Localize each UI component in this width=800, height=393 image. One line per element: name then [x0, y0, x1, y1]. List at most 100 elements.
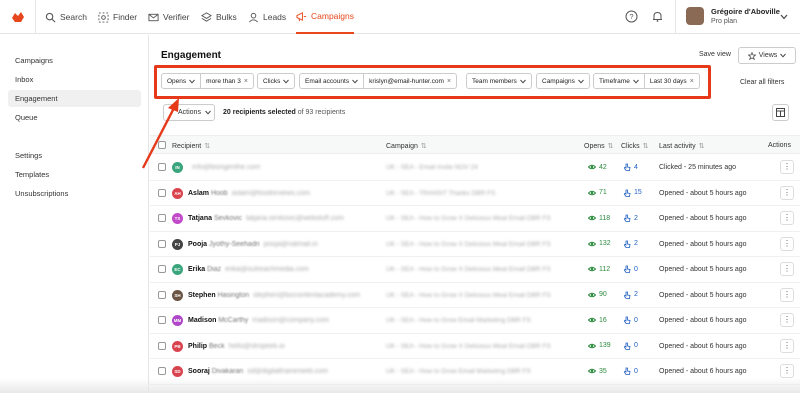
col-opens[interactable]: Opens ⇅: [584, 142, 614, 151]
close-icon[interactable]: ×: [690, 78, 694, 85]
filter-chip-email-accounts[interactable]: Email accounts krislyn@email-hunter.com …: [299, 73, 458, 89]
nav-verifier[interactable]: Verifier: [148, 0, 189, 34]
user-avatar[interactable]: [686, 7, 704, 25]
nav-leads[interactable]: Leads: [248, 0, 286, 34]
chevron-down-icon: [189, 79, 196, 84]
campaign-cell[interactable]: UK - SEA - How to Grow Email Marketing D…: [386, 368, 531, 375]
more-actions-icon[interactable]: ⋮: [780, 211, 794, 225]
columns-toggle-button[interactable]: [772, 104, 789, 121]
last-activity-cell: Opened - about 6 hours ago: [659, 342, 747, 350]
row-checkbox[interactable]: [158, 163, 166, 171]
recipient-cell[interactable]: Pooja Jyothy-Seehadri pooja@natmail.in: [188, 241, 318, 248]
col-last-activity[interactable]: Last activity ⇅: [659, 142, 704, 151]
row-checkbox[interactable]: [158, 290, 166, 299]
table-row[interactable]: AH Aslam Hoob aslam@foodreviews.com UK - SE…: [150, 181, 800, 206]
col-clicks[interactable]: Clicks ⇅: [621, 142, 649, 151]
recipient-cell[interactable]: Philip Beck hello@stropeek.io: [188, 343, 285, 350]
col-campaign-label: Campaign: [386, 142, 418, 150]
row-checkbox[interactable]: [158, 239, 166, 248]
table-row[interactable]: IN info@biongenthe.com UK - SEA - Email I…: [150, 155, 800, 181]
row-checkbox[interactable]: [158, 265, 166, 273]
table-row[interactable]: PJ Pooja Jyothy-Seehadri pooja@natmail.in U…: [150, 232, 800, 257]
save-view-button[interactable]: Save view: [699, 51, 731, 58]
opens-count: 90: [599, 291, 607, 298]
last-activity-cell: Opened - about 6 hours ago: [659, 368, 747, 375]
campaign-cell[interactable]: UK - SEA - How to Grow X Delicious Meal …: [386, 343, 551, 350]
row-checkbox[interactable]: [158, 214, 166, 222]
eye-icon: [588, 190, 596, 195]
row-checkbox[interactable]: [158, 188, 166, 197]
close-icon[interactable]: ×: [244, 78, 248, 85]
nav-search[interactable]: Search: [45, 0, 87, 34]
table-row[interactable]: PB Philip Beck hello@stropeek.io UK - SEA -…: [150, 334, 800, 359]
filter-chip-timeframe[interactable]: Timeframe Last 30 days ×: [593, 73, 700, 89]
envelope-check-icon: [148, 13, 159, 21]
recipient-cell[interactable]: Tatjana Sevkovic tatjana.sevkovic@webstuf…: [188, 215, 344, 222]
more-actions-icon[interactable]: ⋮: [780, 287, 794, 302]
table-row[interactable]: MM Madison McCarthy madison@company.com UK …: [150, 308, 800, 334]
avatar: PJ: [172, 238, 183, 250]
more-actions-icon[interactable]: ⋮: [780, 160, 794, 174]
close-icon[interactable]: ×: [447, 78, 451, 85]
filter-chip-clicks[interactable]: Clicks: [257, 73, 296, 89]
sidebar-item-campaigns[interactable]: Campaigns: [8, 52, 141, 69]
more-actions-icon[interactable]: ⋮: [780, 185, 794, 200]
select-all-checkbox[interactable]: [158, 141, 166, 149]
views-dropdown[interactable]: Views: [738, 47, 796, 64]
table-row[interactable]: EC Erika Diaz erika@outreachmedia.com UK - …: [150, 257, 800, 283]
row-checkbox[interactable]: [158, 367, 166, 375]
more-actions-icon[interactable]: ⋮: [780, 262, 794, 276]
more-actions-icon[interactable]: ⋮: [780, 236, 794, 251]
sidebar-item-inbox[interactable]: Inbox: [8, 71, 141, 88]
col-campaign[interactable]: Campaign ⇅: [386, 142, 427, 151]
more-actions-icon[interactable]: ⋮: [780, 364, 794, 378]
layers-icon: [201, 11, 212, 22]
clicks-count: 0: [634, 316, 638, 324]
clicks-cell: 2: [623, 214, 638, 222]
table-row[interactable]: TS Tatjana Sevkovic tatjana.sevkovic@webst…: [150, 206, 800, 232]
sidebar-item-unsubscriptions[interactable]: Unsubscriptions: [8, 185, 141, 202]
campaign-cell[interactable]: UK - SEA - How to Grow X Delicious Meal …: [386, 241, 551, 248]
recipient-cell[interactable]: Erika Diaz erika@outreachmedia.com: [188, 266, 309, 273]
nav-finder[interactable]: Finder: [98, 0, 137, 34]
recipient-last-name: Diaz: [207, 266, 222, 273]
actions-dropdown[interactable]: Actions: [163, 104, 215, 121]
more-actions-icon[interactable]: ⋮: [780, 338, 794, 353]
filter-chip-opens[interactable]: Opens more than 3 ×: [161, 73, 254, 89]
more-actions-icon[interactable]: ⋮: [780, 313, 794, 327]
clear-all-filters-button[interactable]: Clear all filters: [740, 79, 784, 86]
user-name: Grégoire d'Aboville: [711, 7, 780, 16]
recipient-cell[interactable]: Aslam Hoob aslam@foodreviews.com: [188, 190, 310, 197]
campaign-cell[interactable]: UK - SEA - How to Grow Email Marketing D…: [386, 317, 531, 324]
campaign-cell[interactable]: UK - SEA - TRANSIT Thanks DBR FS: [386, 190, 495, 197]
row-checkbox[interactable]: [158, 341, 166, 350]
campaign-cell[interactable]: UK - SEA - How to Grow X Delicious Meal …: [386, 266, 551, 273]
recipient-cell[interactable]: Sooraj Divakaran sd@digitaltrainerweb.com: [188, 368, 328, 375]
chevron-down-icon[interactable]: [780, 14, 788, 20]
campaign-cell[interactable]: UK - SEA - Email Invite NOV 24: [386, 164, 478, 171]
sidebar-item-settings[interactable]: Settings: [8, 147, 141, 164]
filter-chip-campaigns[interactable]: Campaigns: [536, 73, 590, 89]
hunter-logo-icon[interactable]: [10, 9, 26, 25]
sidebar-item-queue[interactable]: Queue: [8, 109, 141, 126]
nav-campaigns[interactable]: Campaigns: [296, 0, 354, 34]
sidebar-item-engagement[interactable]: Engagement: [8, 90, 141, 107]
row-checkbox[interactable]: [158, 316, 166, 324]
user-icon: [249, 12, 258, 22]
sidebar-item-templates[interactable]: Templates: [8, 166, 141, 183]
question-circle-icon[interactable]: ?: [625, 10, 638, 23]
top-navigation-bar: Search Finder Verifier Bulks Leads Campa…: [0, 0, 800, 34]
recipient-cell[interactable]: Stephen Hasington stephen@bizcontentacade…: [188, 292, 360, 299]
bell-icon[interactable]: [651, 10, 664, 23]
filter-chip-team-members[interactable]: Team members: [466, 73, 532, 89]
clicks-count: 2: [634, 214, 638, 222]
campaign-cell[interactable]: UK - SEA - How to Grow X Delicious Meal …: [386, 292, 551, 299]
campaign-cell[interactable]: UK - SEA - How to Grow X Delicious Meal …: [386, 215, 551, 222]
recipient-cell[interactable]: Madison McCarthy madison@company.com: [188, 317, 329, 324]
eye-icon: [588, 266, 596, 272]
nav-bulks[interactable]: Bulks: [201, 0, 237, 34]
col-recipient[interactable]: Recipient ⇅: [172, 142, 210, 151]
sort-icon: ⇅: [607, 143, 614, 150]
table-row[interactable]: SH Stephen Hasington stephen@bizcontentaca…: [150, 283, 800, 308]
recipient-cell[interactable]: info@biongenthe.com: [188, 164, 260, 171]
